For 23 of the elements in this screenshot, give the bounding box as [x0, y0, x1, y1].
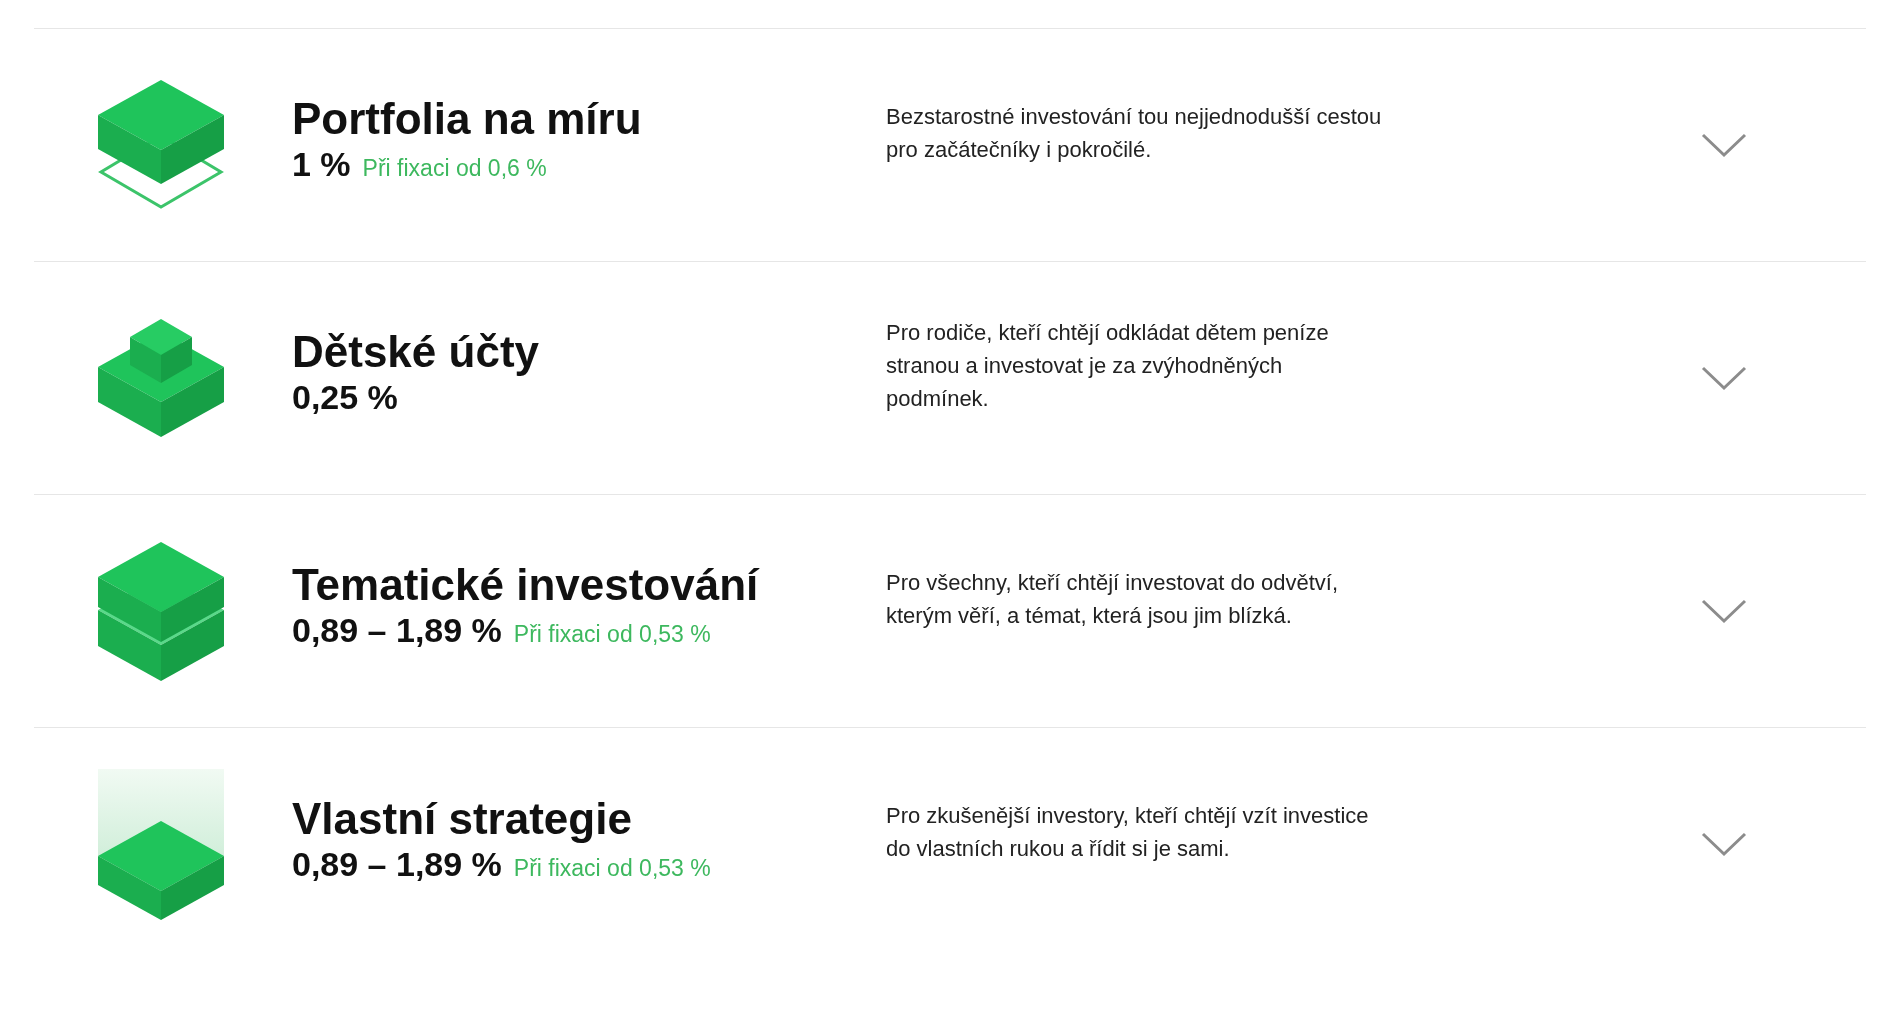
product-title: Vlastní strategie: [292, 793, 632, 844]
product-title: Tematické investování: [292, 560, 759, 610]
faded-cube-icon: [98, 769, 224, 920]
isometric-slab-icon: [98, 80, 224, 210]
product-description: Pro rodiče, kteří chtějí odkládat dětem peníze stranou a investovat je za zvýhodněných podmínek.: [886, 319, 1329, 413]
fixed-rate-note: Při fixaci od 0,6 %: [362, 154, 547, 183]
fee-rate: 0,89 – 1,89 %: [292, 843, 502, 884]
product-description: Bezstarostné investování tou nejjednodušší cestou pro začátečníky i pokročilé.: [886, 102, 1382, 164]
chevron-down-icon[interactable]: [1701, 832, 1747, 857]
product-description: Pro všechny, kteří chtějí investovat do odvětví, kterým věří, a témat, která jsou jim blízká.: [886, 568, 1339, 630]
chevron-down-icon[interactable]: [1701, 365, 1747, 391]
fixed-rate-note: Při fixaci od 0,53 %: [513, 853, 711, 883]
product-title: Dětské účty: [292, 327, 539, 377]
fee-rate: 0,89 – 1,89 %: [292, 610, 502, 650]
fixed-rate-note: Při fixaci od 0,53 %: [513, 620, 711, 649]
chevron-down-icon[interactable]: [1701, 598, 1747, 624]
fee-rate: 0,25 %: [292, 377, 398, 417]
chevron-down-icon[interactable]: [1701, 132, 1747, 158]
fee-rate: 1 %: [292, 144, 351, 184]
product-description: Pro zkušenější investory, kteří chtějí vzít investice do vlastních rukou a řídit si je sami.: [886, 802, 1369, 863]
stepped-cubes-icon: [98, 319, 224, 437]
stacked-slabs-icon: [98, 541, 224, 681]
product-title: Portfolia na míru: [292, 94, 642, 144]
